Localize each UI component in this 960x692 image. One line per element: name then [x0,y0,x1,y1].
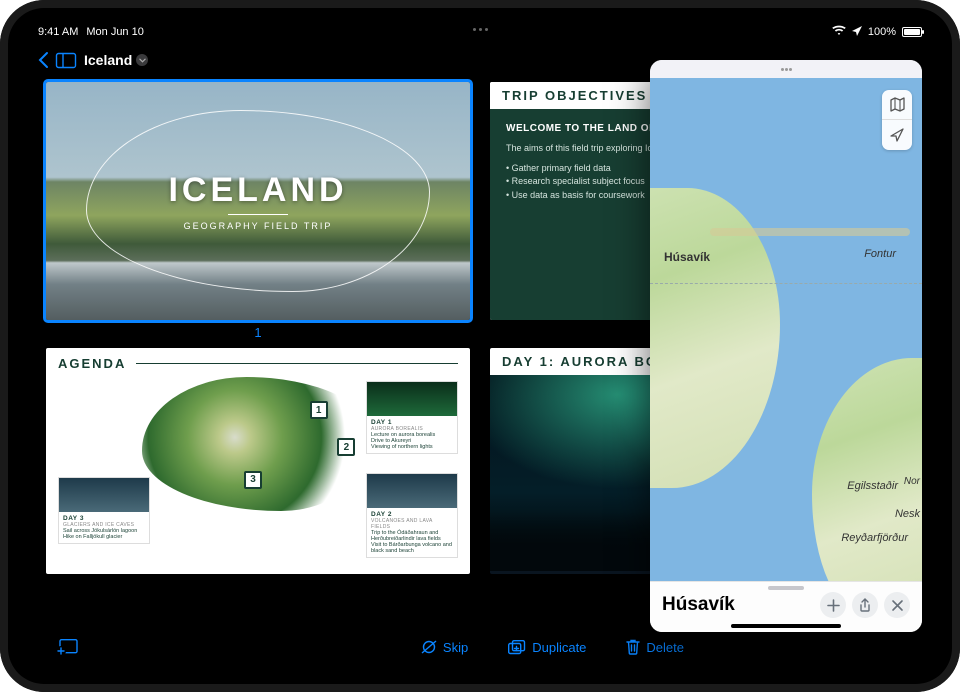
map-canvas[interactable]: Húsavík Fontur Egilsstaðir Reyðarfjörður… [650,78,922,581]
status-bar: 9:41 AM Mon Jun 10 100% [28,22,932,42]
status-time: 9:41 AM [38,26,78,38]
document-title[interactable]: Iceland [84,52,148,68]
map-label-fontur: Fontur [864,248,896,260]
trash-icon [626,639,640,655]
map-label-nordfjordur: Nor [904,476,920,487]
delete-button[interactable]: Delete [626,639,684,655]
battery-pct: 100% [868,26,896,38]
add-place-button[interactable] [820,592,846,618]
map-mode-button[interactable] [882,90,912,120]
map-label-reydarfjordur: Reyðarfjörður [841,532,908,544]
map-controls [882,90,912,150]
slideover-grabber[interactable] [650,60,922,78]
map-label-husavik: Húsavík [664,250,710,264]
agenda-pin-1: 1 [310,401,328,419]
slide-1-title: ICELAND [168,171,347,210]
agenda-pin-3: 3 [244,471,262,489]
battery-icon [902,27,922,37]
back-button[interactable] [38,52,48,68]
slide-1[interactable]: ICELAND GEOGRAPHY FIELD TRIP [46,82,470,320]
wifi-icon [832,26,846,39]
maps-bottom-sheet[interactable]: Húsavík [650,581,922,632]
close-icon [892,600,903,611]
locate-me-button[interactable] [882,120,912,150]
slide-3-header: AGENDA [58,356,458,371]
sidebar-toggle-button[interactable] [56,53,76,68]
status-date: Mon Jun 10 [86,26,143,38]
location-arrow-icon [890,128,904,142]
slide-1-subtitle: GEOGRAPHY FIELD TRIP [168,221,347,231]
duplicate-button[interactable]: Duplicate [508,640,586,655]
map-label-neskaupstadur: Nesk [895,508,920,520]
multitasking-dots[interactable] [463,28,497,31]
sheet-grabber[interactable] [768,586,804,590]
screen: 9:41 AM Mon Jun 10 100% [28,22,932,670]
agenda-pin-2: 2 [337,438,355,456]
map-icon [890,97,905,112]
share-icon [859,598,871,612]
map-label-egilsstadir: Egilsstaðir [847,480,898,492]
duplicate-icon [508,640,526,655]
place-title: Húsavík [662,594,814,616]
slide-1-number: 1 [46,325,470,340]
agenda-map-graphic: 1 2 3 [142,377,374,511]
agenda-card-day3: DAY 3GLACIERS AND ICE CAVES Sail across … [58,477,150,544]
ferry-route-line [650,283,922,284]
location-arrow-icon [852,26,862,39]
close-sheet-button[interactable] [884,592,910,618]
plus-icon [827,599,840,612]
add-slide-button[interactable] [56,639,78,656]
share-place-button[interactable] [852,592,878,618]
skip-icon [421,640,437,654]
agenda-card-day1: DAY 1AURORA BOREALIS Lecture on aurora b… [366,381,458,454]
chevron-down-icon [136,54,148,66]
agenda-card-day2: DAY 2VOLCANOES AND LAVA FIELDS Trip to t… [366,473,458,558]
skip-button[interactable]: Skip [421,640,468,655]
home-indicator[interactable] [731,624,841,628]
ipad-frame: 9:41 AM Mon Jun 10 100% [0,0,960,692]
maps-slideover[interactable]: Húsavík Fontur Egilsstaðir Reyðarfjörður… [650,60,922,632]
slide-3[interactable]: AGENDA 1 2 3 DAY 1AURORA BOREALIS Lectur… [46,348,470,574]
